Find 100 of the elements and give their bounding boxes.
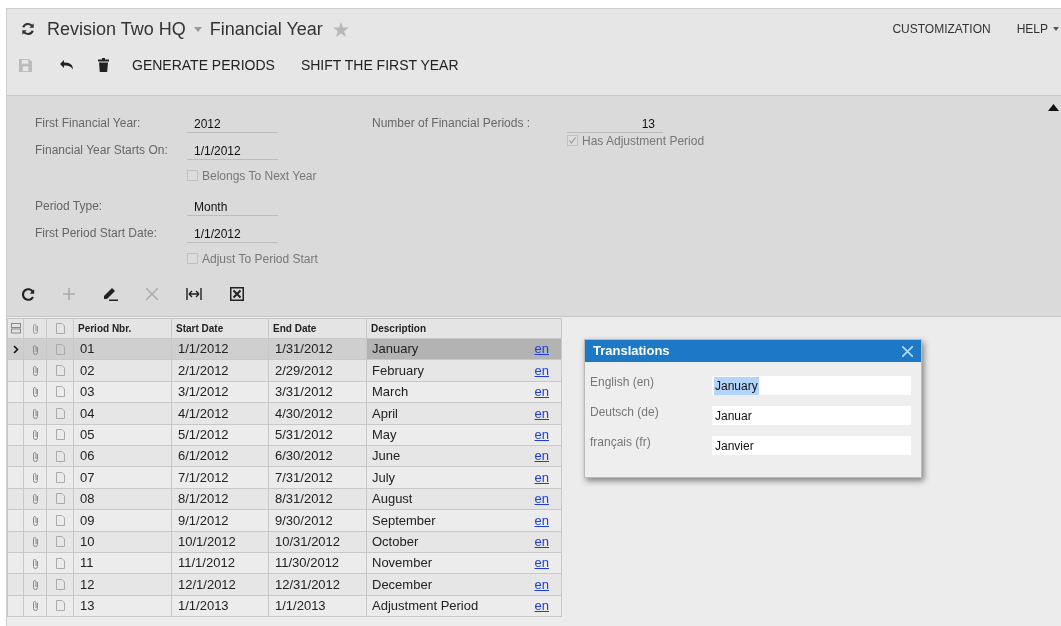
- paperclip-icon[interactable]: [31, 557, 39, 569]
- table-cell: 11: [73, 552, 172, 574]
- paperclip-icon[interactable]: [31, 600, 39, 612]
- table-cell: 11/30/2012: [268, 552, 367, 574]
- note-icon[interactable]: [55, 343, 65, 355]
- paperclip-icon[interactable]: [31, 536, 39, 548]
- language-link[interactable]: en: [534, 510, 549, 531]
- language-link[interactable]: en: [534, 489, 549, 509]
- language-link[interactable]: en: [534, 382, 549, 402]
- paperclip-icon[interactable]: [31, 386, 39, 398]
- note-icon[interactable]: [55, 600, 65, 612]
- paperclip-icon[interactable]: [31, 579, 39, 590]
- refresh-icon[interactable]: [21, 22, 35, 36]
- language-link[interactable]: en: [534, 574, 549, 595]
- input-field[interactable]: Month: [187, 196, 278, 216]
- input-field[interactable]: Janvier: [712, 436, 911, 455]
- language-link[interactable]: en: [534, 425, 549, 445]
- language-link[interactable]: en: [534, 553, 549, 573]
- language-link[interactable]: en: [534, 403, 549, 424]
- table-cell-text: Adjustment Period: [372, 597, 479, 616]
- table-cell: 10/31/2012: [268, 531, 367, 553]
- paperclip-icon[interactable]: [31, 450, 39, 462]
- note-icon[interactable]: [55, 472, 65, 484]
- checkbox[interactable]: [567, 135, 578, 146]
- table-cell: 09: [73, 509, 172, 531]
- field-label: Financial Year Starts On:: [35, 142, 169, 159]
- input-field[interactable]: January: [712, 376, 911, 395]
- table-cell: 07: [73, 466, 172, 489]
- excel-export-icon[interactable]: [230, 287, 244, 301]
- paperclip-icon[interactable]: [31, 429, 39, 441]
- trash-icon[interactable]: [98, 58, 109, 72]
- table-cell: 9/1/2012: [171, 509, 269, 531]
- table-cell: 8/31/2012: [268, 488, 367, 510]
- note-icon[interactable]: [55, 557, 65, 569]
- note-icon[interactable]: [55, 386, 65, 398]
- company-title[interactable]: Revision Two HQ: [47, 15, 186, 43]
- table-cell: 02: [73, 359, 172, 382]
- undo-icon[interactable]: [60, 60, 74, 70]
- input-field[interactable]: 13: [567, 113, 663, 133]
- table-cell: 3/1/2012: [171, 381, 269, 403]
- language-link[interactable]: en: [534, 360, 549, 381]
- refresh-icon[interactable]: [22, 287, 35, 301]
- input-field[interactable]: 1/1/2012: [187, 223, 278, 243]
- note-icon[interactable]: [55, 429, 65, 441]
- paperclip-icon[interactable]: [31, 514, 39, 526]
- favorite-star-icon[interactable]: [332, 21, 349, 37]
- row-settings-icon[interactable]: [10, 323, 21, 334]
- language-link[interactable]: en: [534, 531, 549, 552]
- pencil-icon[interactable]: [103, 287, 118, 301]
- language-link[interactable]: en: [534, 596, 549, 616]
- checkbox[interactable]: [187, 170, 198, 181]
- note-icon[interactable]: [55, 514, 65, 526]
- collapse-arrow-icon[interactable]: [1048, 104, 1059, 111]
- menu-link[interactable]: CUSTOMIZATION: [892, 20, 991, 38]
- table-cell: 6/30/2012: [268, 445, 367, 467]
- input-field[interactable]: 2012: [187, 113, 278, 133]
- column-header[interactable]: Start Date: [171, 318, 269, 339]
- column-header[interactable]: Period Nbr.: [73, 318, 172, 339]
- checkbox[interactable]: [187, 253, 198, 264]
- table-cell: 2/1/2012: [171, 359, 269, 382]
- paperclip-icon[interactable]: [31, 365, 39, 377]
- paperclip-icon[interactable]: [31, 323, 39, 334]
- field-label: Period Type:: [35, 198, 104, 215]
- paperclip-icon[interactable]: [31, 472, 39, 484]
- language-link[interactable]: en: [534, 339, 549, 359]
- input-field[interactable]: Januar: [712, 406, 911, 425]
- paperclip-icon[interactable]: [31, 407, 39, 419]
- menu-link[interactable]: HELP: [1016, 20, 1048, 38]
- note-icon[interactable]: [55, 365, 65, 377]
- add-icon[interactable]: [63, 288, 75, 300]
- table-cell: 06: [73, 445, 172, 467]
- table-cell: 1/1/2012: [171, 338, 269, 360]
- field-label: First Period Start Date:: [35, 225, 159, 242]
- column-header[interactable]: End Date: [268, 318, 367, 339]
- toolbar-button[interactable]: GENERATE PERIODS: [132, 54, 275, 76]
- fit-columns-icon[interactable]: [186, 288, 202, 300]
- table-cell-text: November: [372, 554, 432, 573]
- language-link[interactable]: en: [534, 446, 549, 466]
- table-cell: 03: [73, 381, 172, 403]
- caret-icon[interactable]: [1053, 27, 1059, 31]
- paperclip-icon[interactable]: [31, 493, 39, 505]
- note-icon[interactable]: [55, 450, 65, 462]
- table-cell: 1/1/2013: [268, 595, 367, 617]
- table-cell-text: December: [372, 575, 432, 594]
- paperclip-icon[interactable]: [31, 343, 39, 355]
- field-label: français (fr): [590, 434, 652, 451]
- save-icon[interactable]: [19, 58, 32, 72]
- toolbar-button[interactable]: SHIFT THE FIRST YEAR: [300, 54, 459, 76]
- note-icon[interactable]: [55, 323, 65, 334]
- language-link[interactable]: en: [534, 467, 549, 488]
- table-cell: 08: [73, 488, 172, 510]
- delete-icon[interactable]: [146, 288, 158, 300]
- note-icon[interactable]: [55, 579, 65, 590]
- note-icon[interactable]: [55, 493, 65, 505]
- column-header[interactable]: Description: [366, 318, 562, 339]
- note-icon[interactable]: [55, 407, 65, 419]
- close-icon[interactable]: [902, 345, 913, 357]
- table-cell-text: April: [372, 404, 398, 423]
- note-icon[interactable]: [55, 536, 65, 548]
- input-field[interactable]: 1/1/2012: [187, 140, 278, 160]
